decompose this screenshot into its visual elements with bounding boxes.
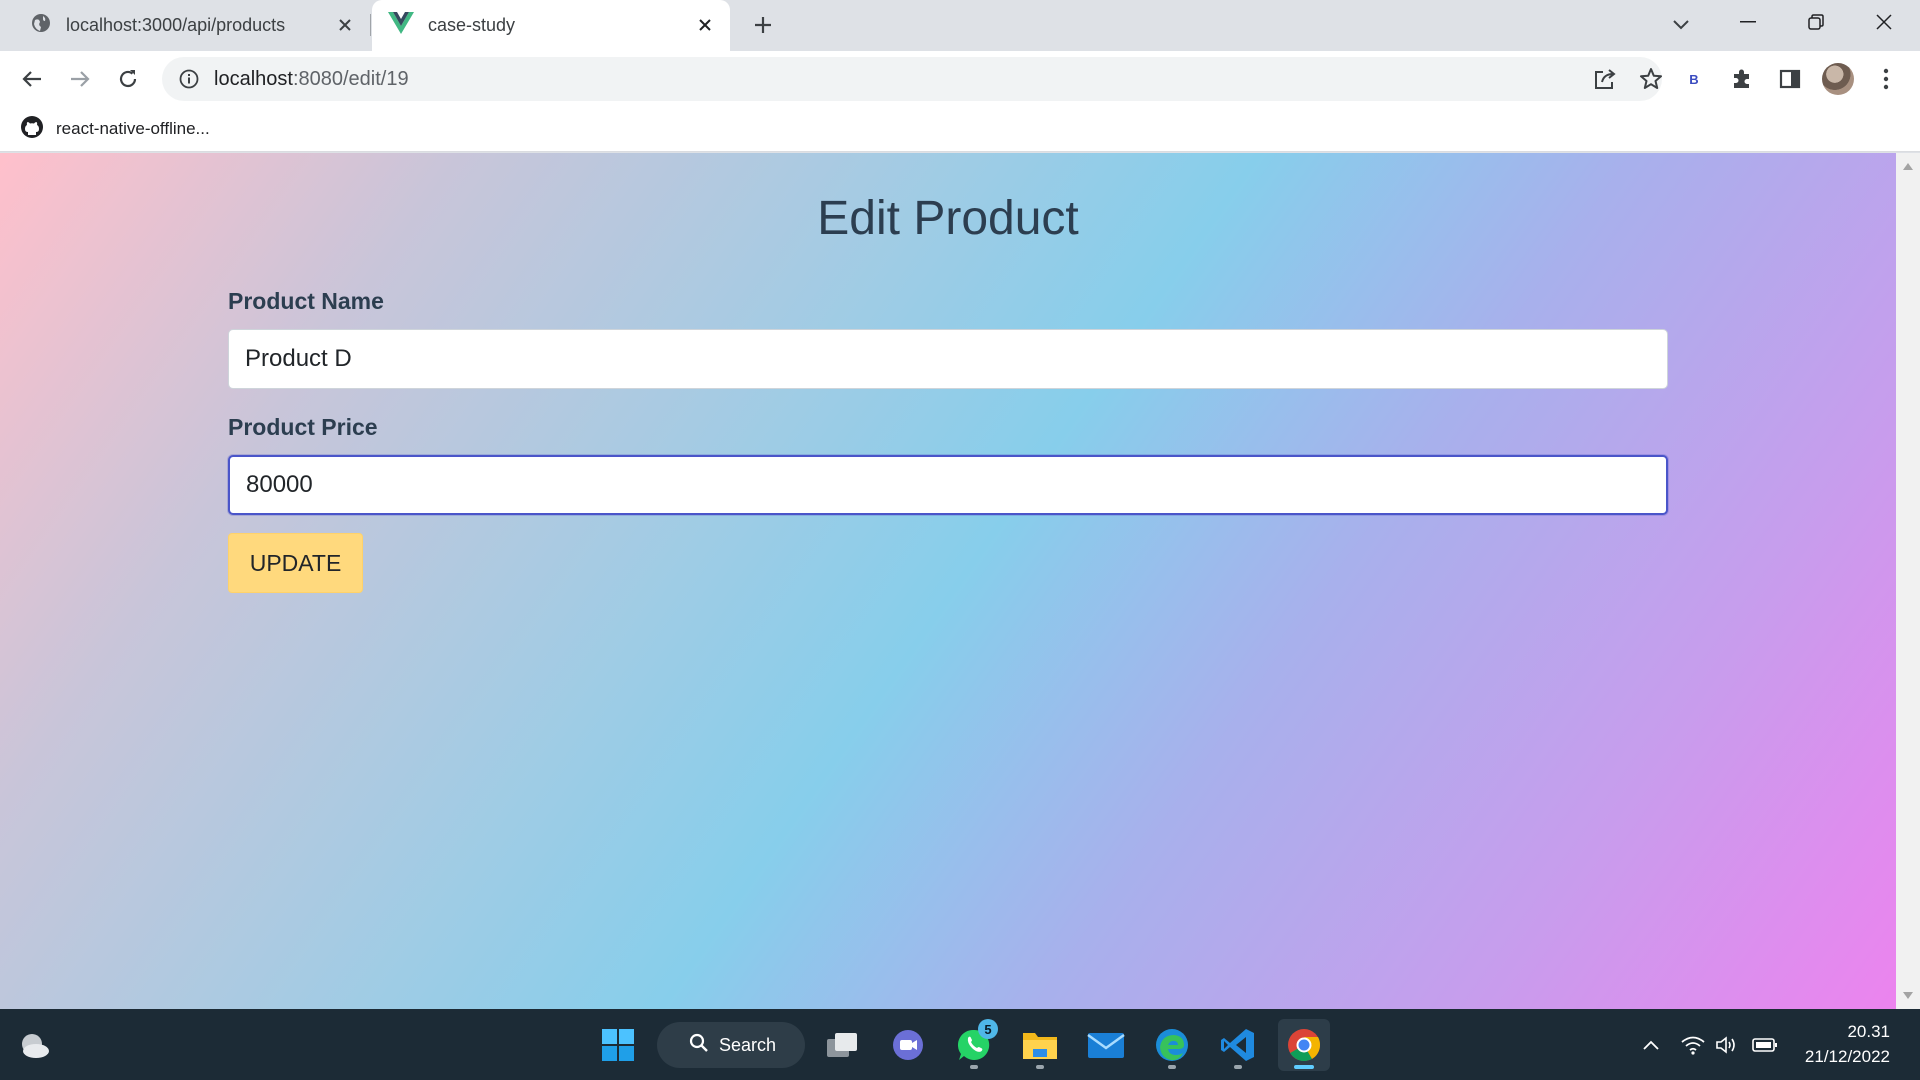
url-path: :8080/edit/19 xyxy=(292,67,409,90)
whatsapp-icon[interactable]: 5 xyxy=(948,1019,1000,1071)
info-icon[interactable] xyxy=(176,66,202,92)
bookmark-label: react-native-offline... xyxy=(56,119,210,138)
share-icon[interactable] xyxy=(1590,64,1620,94)
side-panel-icon[interactable] xyxy=(1772,61,1808,97)
tab-localhost-api-products[interactable]: localhost:3000/api/products xyxy=(14,0,370,51)
mail-icon[interactable] xyxy=(1080,1019,1132,1071)
scroll-up-arrow[interactable] xyxy=(1903,163,1913,170)
running-indicator xyxy=(1234,1065,1242,1069)
update-button[interactable]: UPDATE xyxy=(228,533,363,593)
close-window-button[interactable] xyxy=(1850,0,1918,44)
running-indicator xyxy=(1168,1065,1176,1069)
notification-badge: 5 xyxy=(978,1019,998,1039)
tab-title: case-study xyxy=(428,15,516,35)
windows-taskbar: Search 5 20.31 21/12/2022 xyxy=(0,1009,1920,1080)
extension-b-button[interactable]: B xyxy=(1676,61,1712,97)
browser-toolbar: localhost:8080/edit/19 B xyxy=(0,51,1920,106)
task-view-icon[interactable] xyxy=(816,1019,868,1071)
profile-avatar[interactable] xyxy=(1822,63,1854,95)
bookmark-react-native-offline[interactable]: react-native-offline... xyxy=(20,114,210,144)
chrome-icon[interactable] xyxy=(1278,1019,1330,1071)
minimize-button[interactable] xyxy=(1714,0,1782,44)
clock-time: 20.31 xyxy=(1847,1022,1890,1041)
restore-button[interactable] xyxy=(1782,0,1850,44)
close-icon[interactable] xyxy=(332,12,358,38)
teams-chat-icon[interactable] xyxy=(882,1019,934,1071)
scroll-down-arrow[interactable] xyxy=(1903,992,1913,999)
vertical-scrollbar[interactable] xyxy=(1896,153,1920,1009)
globe-icon xyxy=(30,12,52,39)
vscode-icon[interactable] xyxy=(1212,1019,1264,1071)
tab-title: localhost:3000/api/products xyxy=(66,15,286,35)
file-explorer-icon[interactable] xyxy=(1014,1019,1066,1071)
battery-icon[interactable] xyxy=(1752,1032,1778,1058)
github-icon xyxy=(20,115,44,144)
extensions-puzzle-icon[interactable] xyxy=(1724,61,1760,97)
back-button[interactable] xyxy=(12,59,52,99)
url-host: localhost xyxy=(214,67,293,90)
system-clock[interactable]: 20.31 21/12/2022 xyxy=(1805,1019,1890,1069)
edge-browser-icon[interactable] xyxy=(1146,1019,1198,1071)
volume-icon[interactable] xyxy=(1714,1032,1740,1058)
page-title: Edit Product xyxy=(817,192,1079,245)
product-name-label: Product Name xyxy=(228,288,384,314)
running-indicator xyxy=(970,1065,978,1069)
weather-widget[interactable] xyxy=(8,1019,60,1071)
address-bar[interactable]: localhost:8080/edit/19 xyxy=(162,57,1662,101)
product-price-label: Product Price xyxy=(228,414,378,440)
search-label: Search xyxy=(719,1034,777,1055)
start-button[interactable] xyxy=(592,1019,644,1071)
search-icon xyxy=(689,1033,709,1058)
page-viewport: Edit Product Product Name Product Price … xyxy=(0,153,1920,1009)
new-tab-button[interactable] xyxy=(748,10,778,40)
tab-separator xyxy=(370,14,371,36)
star-icon[interactable] xyxy=(1636,64,1666,94)
tab-strip: localhost:3000/api/products case-study xyxy=(0,0,1920,51)
taskbar-search[interactable]: Search xyxy=(657,1022,805,1068)
product-name-input[interactable] xyxy=(228,329,1668,389)
menu-kebab-icon[interactable] xyxy=(1868,61,1904,97)
url-text: localhost:8080/edit/19 xyxy=(214,68,409,91)
active-indicator xyxy=(1294,1065,1314,1069)
tab-case-study[interactable]: case-study xyxy=(372,0,730,51)
forward-button[interactable] xyxy=(60,59,100,99)
vue-logo-icon xyxy=(388,12,414,39)
close-icon[interactable] xyxy=(692,12,718,38)
clock-date: 21/12/2022 xyxy=(1804,1047,1890,1066)
wifi-icon[interactable] xyxy=(1680,1032,1706,1058)
chevron-up-icon[interactable] xyxy=(1638,1032,1664,1058)
bookmarks-bar: react-native-offline... xyxy=(0,106,1920,152)
reload-button[interactable] xyxy=(108,59,148,99)
tab-search-button[interactable] xyxy=(1664,8,1698,42)
product-price-input[interactable] xyxy=(228,455,1668,515)
running-indicator xyxy=(1036,1065,1044,1069)
